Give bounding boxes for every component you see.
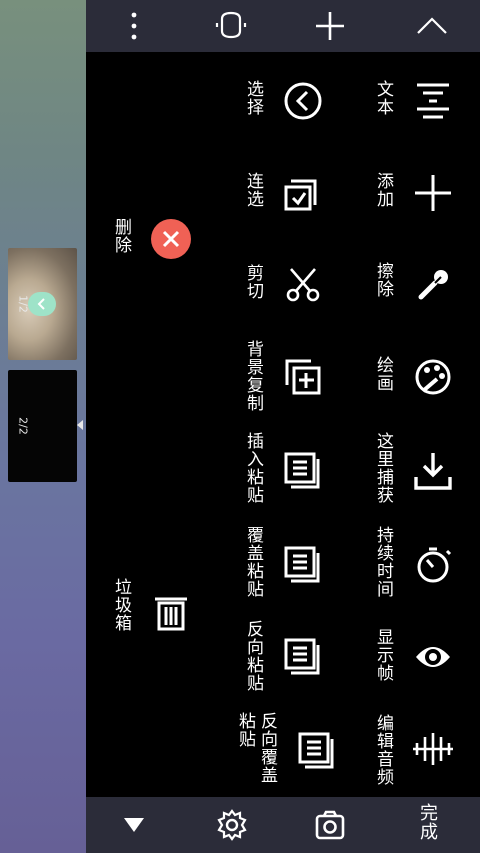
multi-select-label: 连选 <box>243 172 263 208</box>
done-button[interactable]: 完成 <box>416 803 438 841</box>
overwrite-paste-icon[interactable] <box>278 540 328 590</box>
erase-label: 擦除 <box>373 262 393 298</box>
timer-icon[interactable] <box>408 540 458 590</box>
check-icon <box>28 292 56 316</box>
cut-label: 剪切 <box>243 264 263 300</box>
draw-label: 绘画 <box>373 356 393 392</box>
top-toolbar <box>86 0 480 52</box>
more-vert-icon[interactable] <box>116 8 152 44</box>
plus-icon[interactable] <box>408 168 458 218</box>
select-icon[interactable] <box>278 76 328 126</box>
trash-label: 垃圾箱 <box>111 578 131 632</box>
palette-icon[interactable] <box>408 352 458 402</box>
frame-page-label: 2/2 <box>16 417 30 435</box>
text-icon[interactable] <box>408 76 458 126</box>
scissors-icon[interactable] <box>278 260 328 310</box>
voice-icon[interactable] <box>212 8 252 44</box>
delete-label: 删除 <box>111 218 131 254</box>
overwrite-paste-label: 覆盖粘贴 <box>243 526 263 598</box>
insert-paste-icon[interactable] <box>278 446 328 496</box>
reverse-overwrite-paste-icon[interactable] <box>292 726 342 776</box>
show-frame-label: 显示帧 <box>373 628 393 682</box>
trash-icon[interactable] <box>146 588 196 638</box>
frame-strip: 1/2 2/2 <box>0 0 86 853</box>
text-label: 文本 <box>373 80 393 116</box>
bottom-toolbar: 完成 <box>86 797 480 853</box>
reverse-paste-icon[interactable] <box>278 632 328 682</box>
add-icon[interactable] <box>310 8 350 44</box>
copy-bg-icon[interactable] <box>278 352 328 402</box>
insert-paste-label: 插入粘贴 <box>243 432 263 504</box>
audio-wave-icon[interactable] <box>408 724 458 774</box>
eye-icon[interactable] <box>408 632 458 682</box>
background-copy-label: 背景复制 <box>243 340 263 412</box>
add-label: 添加 <box>373 172 393 208</box>
download-icon[interactable] <box>408 446 458 496</box>
select-label: 选择 <box>243 80 263 116</box>
current-frame-marker <box>77 420 83 430</box>
multi-select-icon[interactable] <box>278 168 328 218</box>
capture-here-label: 这里捕获 <box>373 432 393 504</box>
duration-label: 持续时间 <box>373 526 393 598</box>
reverse-overwrite-paste-label: 反向覆盖粘贴 <box>235 712 277 784</box>
collapse-icon[interactable] <box>412 8 452 44</box>
edit-audio-label: 编辑音频 <box>373 714 393 786</box>
frame-thumbnail-2[interactable]: 2/2 <box>8 370 77 482</box>
brush-icon[interactable] <box>408 260 458 310</box>
camera-icon[interactable] <box>310 805 350 845</box>
expand-icon[interactable] <box>116 809 152 841</box>
delete-icon[interactable] <box>151 219 191 259</box>
reverse-paste-label: 反向粘贴 <box>243 620 263 692</box>
settings-icon[interactable] <box>212 805 252 845</box>
